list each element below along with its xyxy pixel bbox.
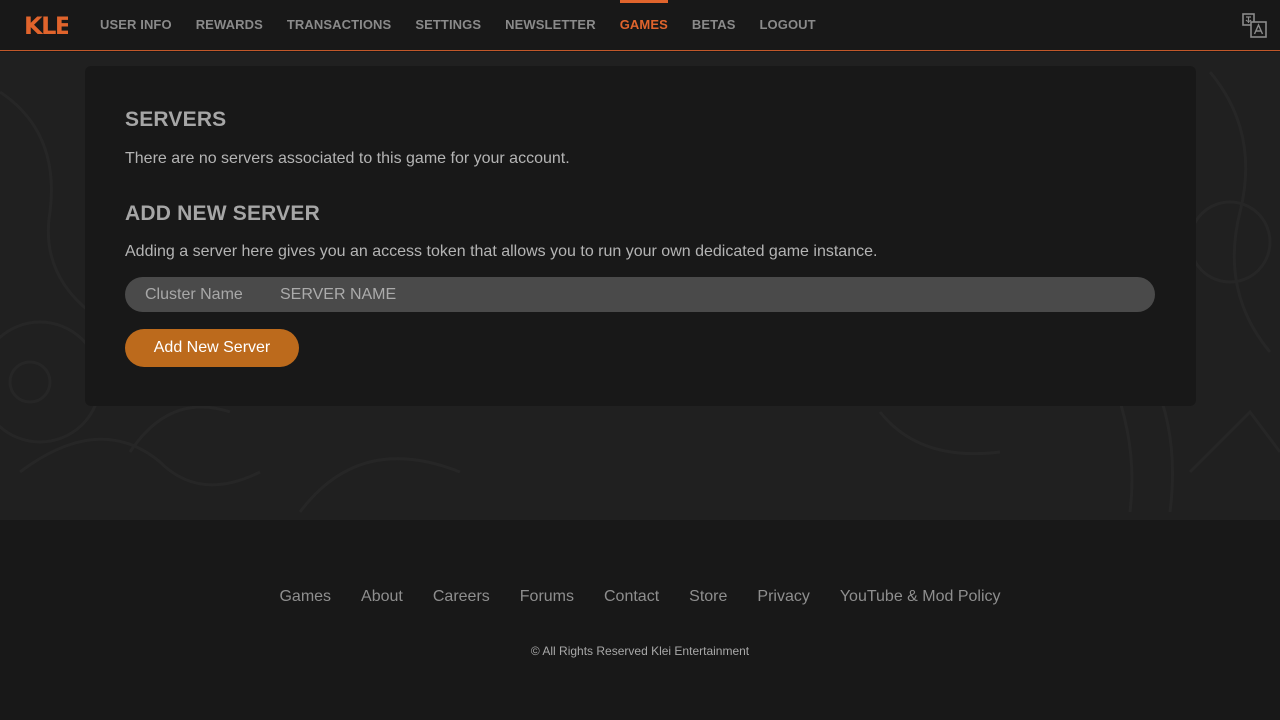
footer-link-contact[interactable]: Contact bbox=[604, 588, 659, 606]
nav-newsletter[interactable]: NEWSLETTER bbox=[505, 0, 596, 50]
no-servers-message: There are no servers associated to this … bbox=[125, 150, 570, 167]
footer: Games About Careers Forums Contact Store… bbox=[0, 520, 1280, 720]
translate-icon[interactable] bbox=[1241, 12, 1269, 40]
footer-link-games[interactable]: Games bbox=[279, 588, 331, 606]
cluster-name-field: Cluster Name bbox=[125, 277, 1155, 312]
klei-logo[interactable]: KLEi bbox=[24, 9, 68, 39]
cluster-name-label: Cluster Name bbox=[145, 285, 243, 303]
nav-logout[interactable]: LOGOUT bbox=[759, 0, 815, 50]
nav-games[interactable]: GAMES bbox=[619, 0, 669, 50]
main-nav: USER INFO REWARDS TRANSACTIONS SETTINGS … bbox=[100, 0, 840, 50]
cluster-name-input[interactable] bbox=[280, 277, 1155, 312]
footer-link-youtube-mod-policy[interactable]: YouTube & Mod Policy bbox=[840, 588, 1001, 606]
footer-links: Games About Careers Forums Contact Store… bbox=[0, 588, 1280, 606]
add-server-description: Adding a server here gives you an access… bbox=[125, 243, 878, 260]
copyright-text: © All Rights Reserved Klei Entertainment bbox=[530, 644, 750, 658]
nav-rewards[interactable]: REWARDS bbox=[196, 0, 263, 50]
nav-betas[interactable]: BETAS bbox=[692, 0, 736, 50]
content-area: SERVERS There are no servers associated … bbox=[0, 52, 1280, 520]
add-new-server-button[interactable]: Add New Server bbox=[125, 329, 299, 367]
footer-link-careers[interactable]: Careers bbox=[433, 588, 490, 606]
footer-link-store[interactable]: Store bbox=[689, 588, 727, 606]
servers-heading: SERVERS bbox=[125, 108, 227, 131]
footer-link-about[interactable]: About bbox=[361, 588, 403, 606]
nav-transactions[interactable]: TRANSACTIONS bbox=[287, 0, 391, 50]
add-server-heading: ADD NEW SERVER bbox=[125, 202, 320, 225]
top-navigation-bar: KLEi USER INFO REWARDS TRANSACTIONS SETT… bbox=[0, 0, 1280, 51]
nav-user-info[interactable]: USER INFO bbox=[100, 0, 172, 50]
footer-link-forums[interactable]: Forums bbox=[520, 588, 574, 606]
svg-text:KLEi: KLEi bbox=[24, 12, 68, 39]
nav-settings[interactable]: SETTINGS bbox=[415, 0, 481, 50]
servers-card: SERVERS There are no servers associated … bbox=[85, 66, 1196, 406]
footer-link-privacy[interactable]: Privacy bbox=[757, 588, 809, 606]
